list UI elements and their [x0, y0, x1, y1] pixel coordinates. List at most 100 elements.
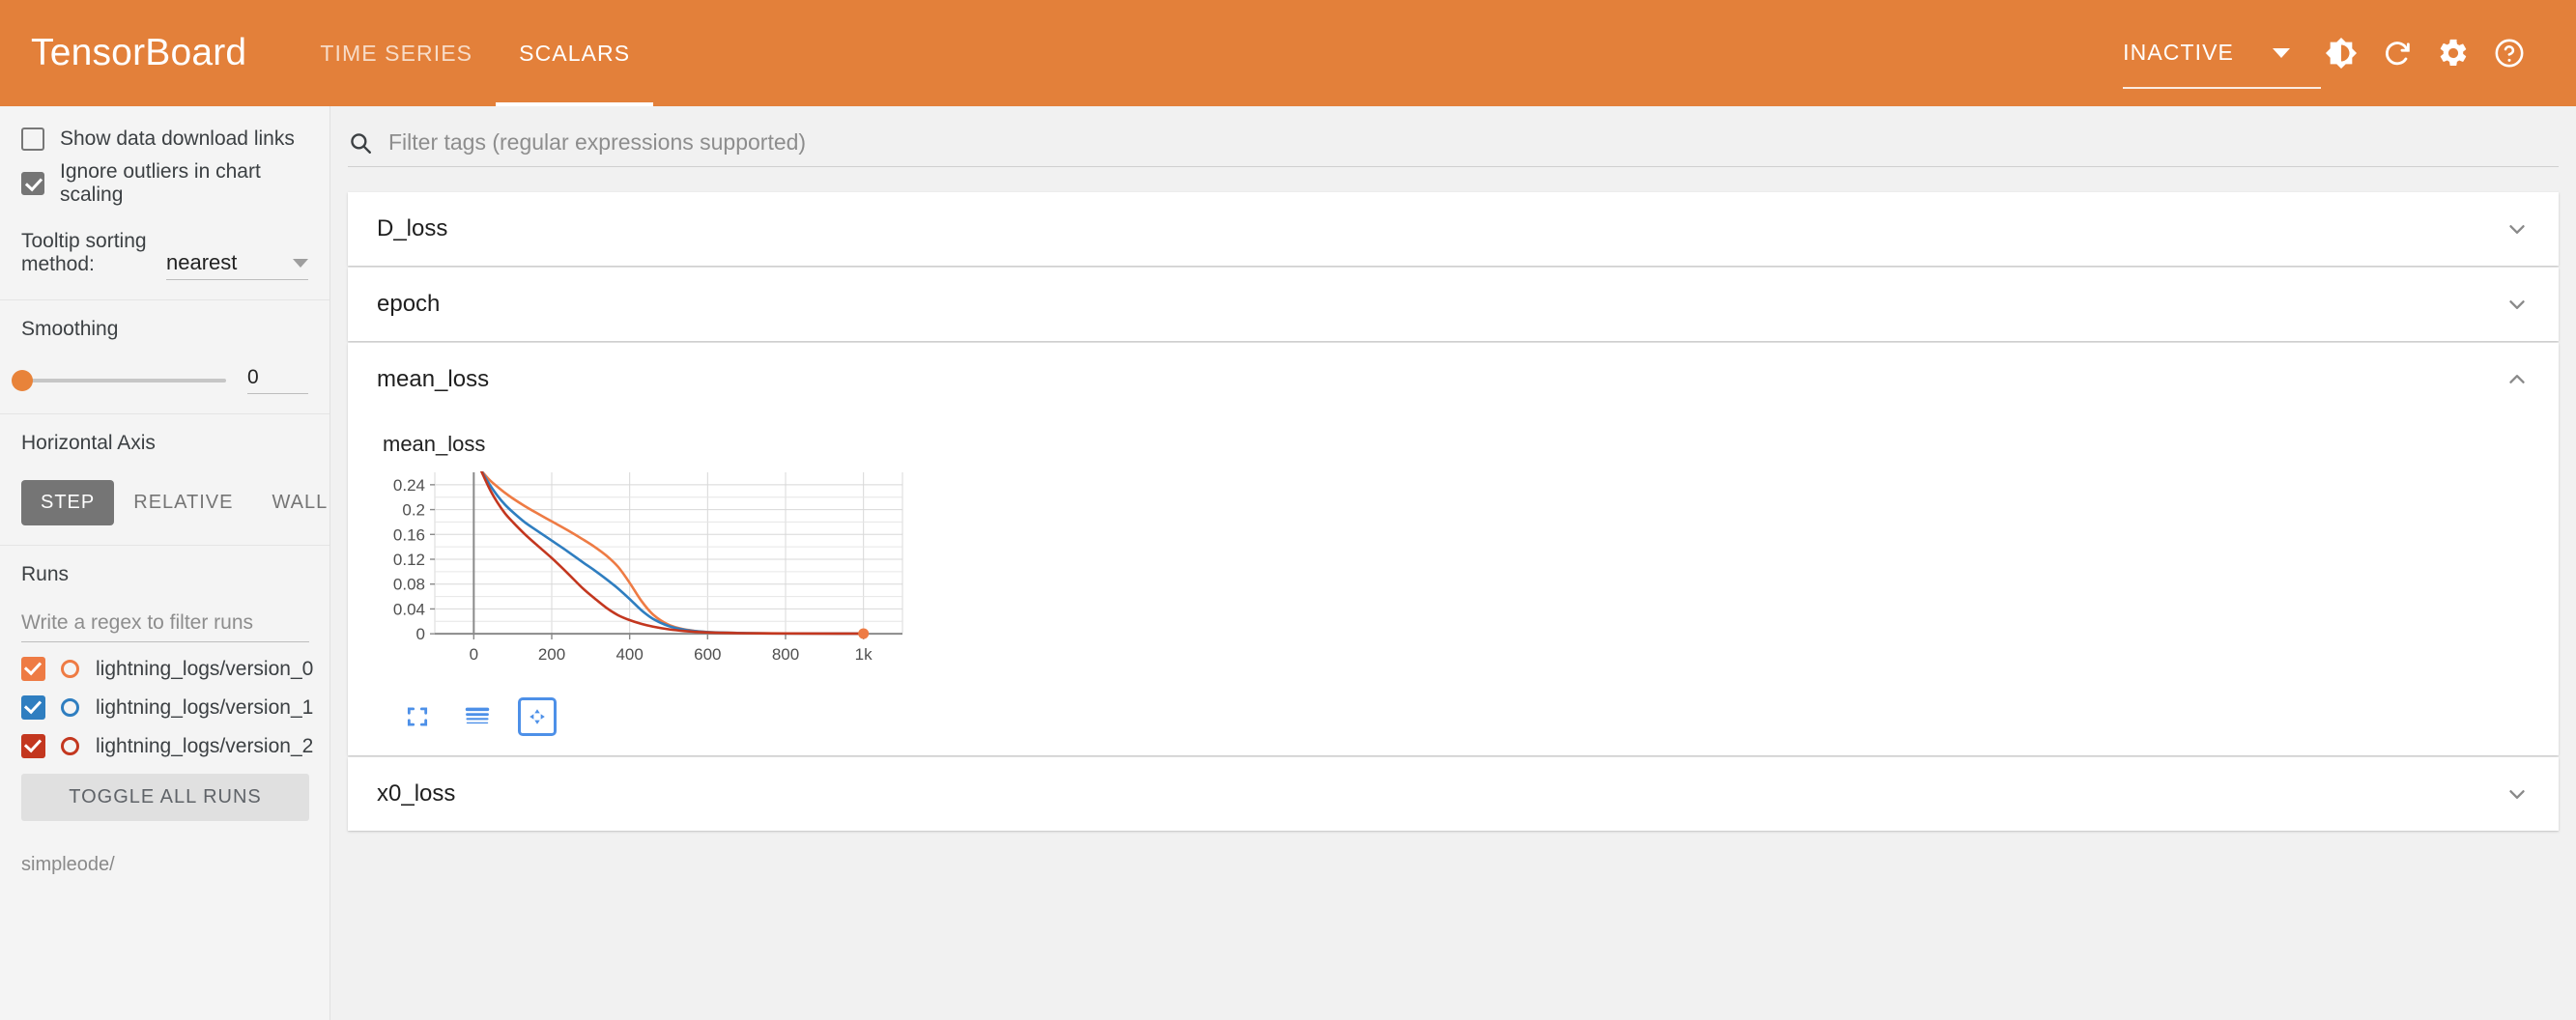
runs-section: Runs Write a regex to filter runs lightn… — [0, 546, 329, 840]
run-item-version-2[interactable]: lightning_logs/version_2 — [21, 734, 308, 758]
fullscreen-icon[interactable] — [398, 697, 437, 736]
tag-filter-input[interactable]: Filter tags (regular expressions support… — [348, 129, 2559, 167]
chart-container: 0 0.04 0.08 0.12 0.16 0.2 0.24 0 200 400 600 800 1k — [348, 457, 2559, 690]
run-color-circle-icon — [61, 737, 79, 755]
run-item-label: lightning_logs/version_2 — [96, 735, 313, 758]
card-header-mean-loss[interactable]: mean_loss — [348, 343, 2559, 416]
smoothing-value-input[interactable]: 0 — [247, 366, 308, 394]
help-icon[interactable] — [2481, 25, 2537, 81]
scalar-cards-list: D_loss epoch mean_loss — [348, 192, 2559, 831]
run-status-underline — [2123, 87, 2321, 89]
chevron-down-icon[interactable] — [2504, 292, 2530, 317]
run-item-version-0[interactable]: lightning_logs/version_0 — [21, 657, 308, 681]
run-item-label: lightning_logs/version_1 — [96, 696, 313, 720]
display-options-section: Show data download links Ignore outliers… — [0, 106, 329, 299]
svg-text:0.08: 0.08 — [393, 576, 425, 594]
axis-option-step[interactable]: STEP — [21, 480, 114, 525]
smoothing-slider[interactable] — [21, 379, 226, 382]
card-body-mean-loss: mean_loss 0 0.04 0.08 0.12 0.16 0.2 0.24 0 200 40… — [348, 416, 2559, 755]
tab-scalars[interactable]: SCALARS — [496, 0, 653, 106]
chart-title: mean_loss — [383, 432, 2559, 457]
card-header-d-loss[interactable]: D_loss — [348, 192, 2559, 266]
chevron-down-icon — [293, 259, 308, 268]
axis-option-relative[interactable]: RELATIVE — [114, 480, 252, 525]
header-tabs: TIME SERIES SCALARS — [297, 0, 653, 106]
smoothing-section: Smoothing 0 — [0, 300, 329, 413]
tab-time-series-label: TIME SERIES — [320, 41, 472, 67]
brightness-icon[interactable] — [2313, 25, 2369, 81]
smoothing-slider-thumb[interactable] — [12, 370, 33, 391]
card-mean-loss: mean_loss mean_loss 0 0.04 0.08 0.12 0.16 0.2… — [348, 343, 2559, 755]
run-checkbox-checked-icon[interactable] — [21, 657, 45, 681]
app-title: TensorBoard — [31, 32, 246, 74]
run-color-circle-icon — [61, 698, 79, 717]
run-item-label: lightning_logs/version_0 — [96, 658, 313, 681]
checkbox-ignore-outliers-label: Ignore outliers in chart scaling — [60, 160, 308, 207]
main-content: Filter tags (regular expressions support… — [330, 106, 2576, 1020]
svg-text:200: 200 — [538, 645, 565, 664]
run-status-label: INACTIVE — [2123, 40, 2321, 66]
tooltip-sorting-value: nearest — [166, 250, 237, 275]
pan-reset-icon[interactable] — [518, 697, 557, 736]
sidebar-footer-text: simpleode/ — [0, 840, 329, 876]
run-status-selector[interactable]: INACTIVE — [2123, 40, 2321, 68]
header-actions: INACTIVE — [2123, 25, 2537, 81]
card-title: epoch — [377, 291, 440, 318]
tag-filter-placeholder: Filter tags (regular expressions support… — [388, 129, 806, 156]
mean-loss-line-chart[interactable]: 0 0.04 0.08 0.12 0.16 0.2 0.24 0 200 400 600 800 1k — [369, 463, 910, 685]
card-epoch: epoch — [348, 268, 2559, 341]
svg-text:800: 800 — [772, 645, 799, 664]
checkbox-ignore-outliers[interactable]: Ignore outliers in chart scaling — [21, 160, 308, 207]
checkbox-checked-icon — [21, 172, 44, 195]
axis-option-wall[interactable]: WALL — [252, 480, 330, 525]
card-title: mean_loss — [377, 366, 489, 393]
checkbox-unchecked-icon — [21, 128, 44, 151]
svg-text:0: 0 — [470, 645, 478, 664]
chevron-down-icon[interactable] — [2504, 216, 2530, 241]
checkbox-show-data-download-links[interactable]: Show data download links — [21, 128, 308, 151]
run-checkbox-checked-icon[interactable] — [21, 734, 45, 758]
refresh-icon[interactable] — [2369, 25, 2425, 81]
horizontal-axis-section: Horizontal Axis STEP RELATIVE WALL — [0, 414, 329, 545]
card-x0-loss: x0_loss — [348, 757, 2559, 831]
horizontal-axis-title: Horizontal Axis — [21, 432, 308, 455]
svg-text:0: 0 — [416, 625, 425, 643]
data-series-icon[interactable] — [458, 697, 497, 736]
chevron-up-icon[interactable] — [2504, 367, 2530, 392]
chevron-down-icon[interactable] — [2504, 781, 2530, 807]
search-icon — [348, 130, 373, 156]
checkbox-show-data-download-links-label: Show data download links — [60, 128, 295, 151]
svg-text:0.04: 0.04 — [393, 600, 425, 618]
tooltip-sorting-row: Tooltip sorting method: nearest — [21, 230, 308, 280]
svg-text:0.12: 0.12 — [393, 551, 425, 569]
app-body: Show data download links Ignore outliers… — [0, 106, 2576, 1020]
smoothing-row: 0 — [21, 366, 308, 394]
svg-text:0.2: 0.2 — [402, 501, 425, 520]
tab-time-series[interactable]: TIME SERIES — [297, 0, 496, 106]
run-item-version-1[interactable]: lightning_logs/version_1 — [21, 695, 308, 720]
settings-sidebar: Show data download links Ignore outliers… — [0, 106, 330, 1020]
run-color-circle-icon — [61, 660, 79, 678]
horizontal-axis-toggle-group: STEP RELATIVE WALL — [21, 480, 308, 525]
card-header-epoch[interactable]: epoch — [348, 268, 2559, 341]
card-header-x0-loss[interactable]: x0_loss — [348, 757, 2559, 831]
svg-text:0.24: 0.24 — [393, 476, 425, 495]
tooltip-sorting-select[interactable]: nearest — [166, 250, 308, 280]
smoothing-title: Smoothing — [21, 318, 308, 341]
runs-filter-input[interactable]: Write a regex to filter runs — [21, 611, 309, 642]
svg-text:1k: 1k — [855, 645, 873, 664]
tab-scalars-label: SCALARS — [519, 41, 630, 67]
toggle-all-runs-button[interactable]: TOGGLE ALL RUNS — [21, 774, 309, 821]
gear-icon[interactable] — [2425, 25, 2481, 81]
app-header: TensorBoard TIME SERIES SCALARS INACTIVE — [0, 0, 2576, 106]
runs-title: Runs — [21, 563, 308, 586]
card-d-loss: D_loss — [348, 192, 2559, 266]
svg-text:0.16: 0.16 — [393, 525, 425, 544]
run-checkbox-checked-icon[interactable] — [21, 695, 45, 720]
tooltip-sorting-label: Tooltip sorting method: — [21, 230, 153, 280]
svg-text:600: 600 — [694, 645, 721, 664]
svg-text:400: 400 — [615, 645, 643, 664]
chart-toolbar — [398, 697, 2559, 736]
card-title: D_loss — [377, 215, 447, 242]
card-title: x0_loss — [377, 780, 455, 808]
